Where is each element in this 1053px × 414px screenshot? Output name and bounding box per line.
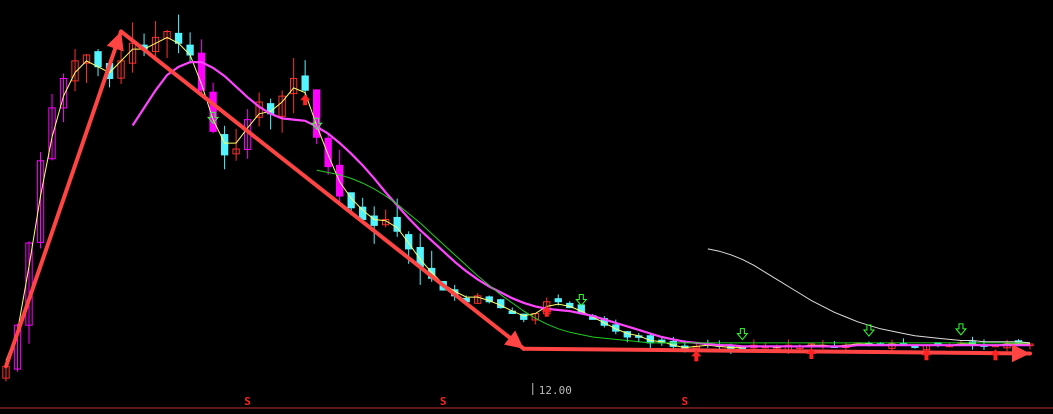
candle-body [186,44,194,56]
candle-body [324,137,332,168]
chart-container: S S S 12.00 [0,0,1053,414]
candle-body [393,216,401,232]
candlestick-chart: S S S 12.00 [0,0,1053,414]
candle-body [554,298,562,303]
candle-body [94,51,102,68]
dividend-marker: S [682,395,689,408]
dividend-marker: S [440,395,447,408]
dividend-marker: S [244,395,251,408]
candle-body [301,75,309,91]
price-label: 12.00 [539,384,572,397]
